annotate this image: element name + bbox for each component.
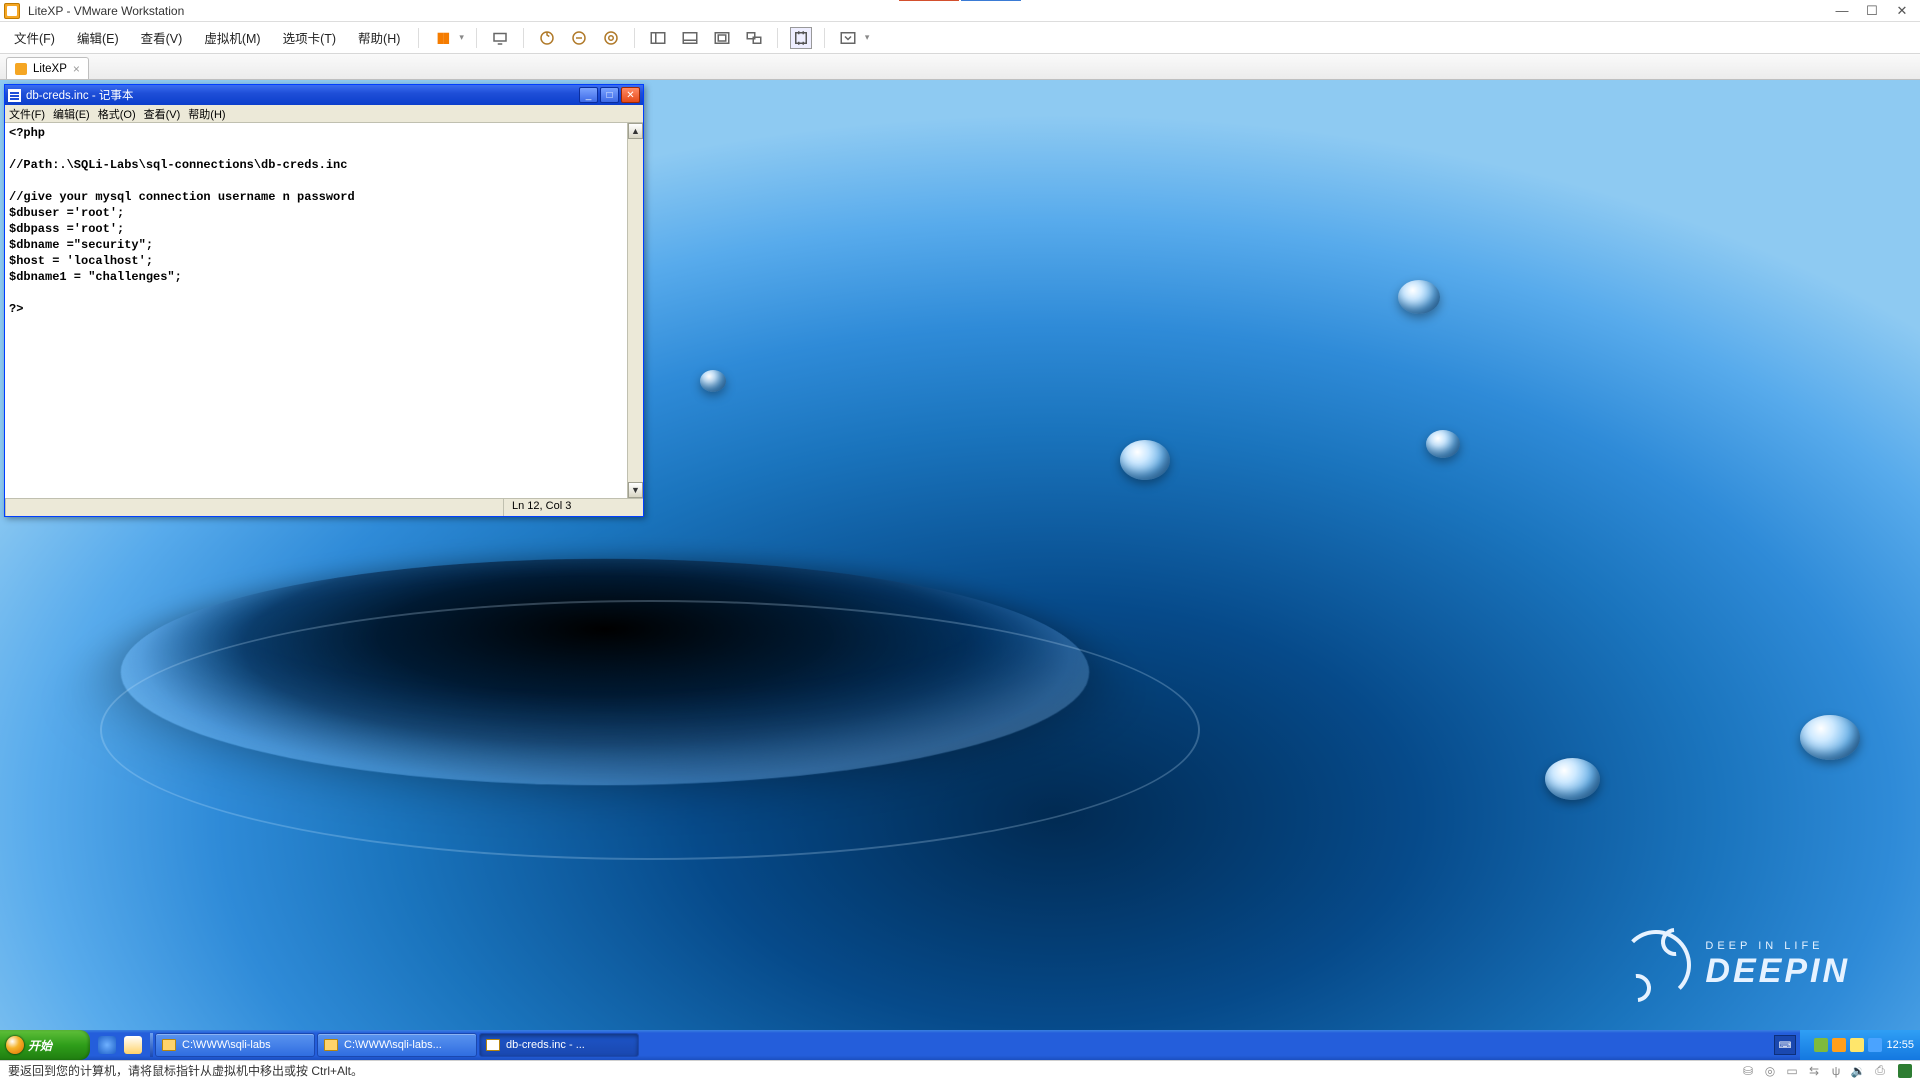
- notepad-icon: [8, 89, 21, 102]
- start-orb-icon: [6, 1036, 24, 1054]
- layout-sidebar-button[interactable]: [647, 27, 669, 49]
- menu-edit[interactable]: 编辑(E): [71, 24, 125, 51]
- system-tray: 12:55: [1800, 1030, 1920, 1060]
- taskbar-item-folder-2[interactable]: C:\WWW\sqli-labs...: [317, 1033, 477, 1057]
- notepad-menu-help[interactable]: 帮助(H): [188, 106, 225, 122]
- view-cycle-dropdown[interactable]: ▾: [865, 32, 870, 43]
- wallpaper-droplet: [1545, 758, 1600, 800]
- tray-network-icon[interactable]: [1832, 1038, 1846, 1052]
- device-floppy-icon[interactable]: ▭: [1784, 1064, 1800, 1078]
- taskbar-tasks: C:\WWW\sqli-labs C:\WWW\sqli-labs... db-…: [153, 1030, 1774, 1060]
- wallpaper-droplet: [1398, 280, 1440, 314]
- start-button[interactable]: 开始: [0, 1030, 90, 1060]
- tray-misc-icon[interactable]: [1868, 1038, 1882, 1052]
- host-maximize-button[interactable]: ☐: [1864, 4, 1880, 18]
- folder-icon: [324, 1039, 338, 1051]
- menu-tabs[interactable]: 选项卡(T): [277, 24, 342, 51]
- menu-vm[interactable]: 虚拟机(M): [198, 24, 266, 51]
- quick-launch-explorer-icon[interactable]: [124, 1036, 142, 1054]
- device-sound-icon[interactable]: 🔉: [1850, 1064, 1866, 1078]
- wallpaper-droplet: [1800, 715, 1860, 760]
- wallpaper-droplet: [700, 370, 726, 392]
- notepad-statusbar: Ln 12, Col 3: [5, 498, 643, 516]
- notepad-menu-file[interactable]: 文件(F): [9, 106, 45, 122]
- notepad-window[interactable]: db-creds.inc - 记事本 _ □ ✕ 文件(F) 编辑(E) 格式(…: [4, 84, 644, 517]
- device-network-icon[interactable]: ⇆: [1806, 1064, 1822, 1078]
- host-statusbar: 要返回到您的计算机，请将鼠标指针从虚拟机中移出或按 Ctrl+Alt。 ⛁ ◎ …: [0, 1060, 1920, 1080]
- host-menubar: 文件(F) 编辑(E) 查看(V) 虚拟机(M) 选项卡(T) 帮助(H) ▮▮…: [0, 22, 1920, 54]
- folder-icon: [162, 1039, 176, 1051]
- wallpaper-ripple: [100, 600, 1200, 860]
- notepad-menu-view[interactable]: 查看(V): [144, 106, 181, 122]
- snapshot-take-button[interactable]: [536, 27, 558, 49]
- scroll-up-icon[interactable]: ▲: [628, 123, 643, 139]
- host-titlebar: LiteXP - VMware Workstation ― ☐ ✕: [0, 0, 1920, 22]
- vm-pause-dropdown[interactable]: ▾: [459, 32, 464, 43]
- vm-tab-label: LiteXP: [33, 63, 67, 75]
- start-label: 开始: [28, 1037, 52, 1054]
- vm-tab-litexp[interactable]: LiteXP ×: [6, 57, 89, 79]
- deepin-tagline: DEEP IN LIFE: [1705, 940, 1850, 952]
- notepad-menu-edit[interactable]: 编辑(E): [53, 106, 90, 122]
- host-tabbar: LiteXP ×: [0, 54, 1920, 80]
- notepad-menu-format[interactable]: 格式(O): [98, 106, 136, 122]
- tray-shield-icon[interactable]: [1814, 1038, 1828, 1052]
- vm-tab-icon: [15, 63, 27, 75]
- quick-launch-ie-icon[interactable]: [98, 1036, 116, 1054]
- menu-file[interactable]: 文件(F): [8, 24, 61, 51]
- quick-launch: [90, 1030, 150, 1060]
- layout-quickswitch-button[interactable]: [711, 27, 733, 49]
- notepad-title-text: db-creds.inc - 记事本: [26, 87, 577, 103]
- snapshot-manager-button[interactable]: [600, 27, 622, 49]
- notepad-titlebar[interactable]: db-creds.inc - 记事本 _ □ ✕: [5, 85, 643, 105]
- notepad-body: <?php //Path:.\SQLi-Labs\sql-connections…: [5, 123, 643, 498]
- view-cycle-button[interactable]: [837, 27, 859, 49]
- vmware-app-icon: [4, 3, 20, 19]
- taskbar-item-notepad[interactable]: db-creds.inc - ...: [479, 1033, 639, 1057]
- wallpaper-logo: DEEP IN LIFE DEEPIN: [1621, 930, 1850, 1000]
- deepin-brand: DEEPIN: [1705, 952, 1850, 991]
- task-label: C:\WWW\sqli-labs...: [344, 1039, 442, 1051]
- host-minimize-button[interactable]: ―: [1834, 4, 1850, 18]
- wallpaper-droplet: [1426, 430, 1460, 458]
- host-window-title: LiteXP - VMware Workstation: [28, 4, 184, 18]
- taskbar-item-folder-1[interactable]: C:\WWW\sqli-labs: [155, 1033, 315, 1057]
- layout-thumbnail-button[interactable]: [679, 27, 701, 49]
- notepad-close-button[interactable]: ✕: [621, 87, 640, 103]
- xp-taskbar: 开始 C:\WWW\sqli-labs C:\WWW\sqli-labs... …: [0, 1030, 1920, 1060]
- vm-pause-button[interactable]: ▮▮: [431, 27, 453, 49]
- guest-desktop[interactable]: DEEP IN LIFE DEEPIN db-creds.inc - 记事本 _…: [0, 80, 1920, 1060]
- fullscreen-button[interactable]: [790, 27, 812, 49]
- scroll-down-icon[interactable]: ▼: [628, 482, 643, 498]
- host-status-message: 要返回到您的计算机，请将鼠标指针从虚拟机中移出或按 Ctrl+Alt。: [8, 1062, 1734, 1079]
- browser-tab-strip-hint: [899, 0, 1021, 1]
- notepad-maximize-button[interactable]: □: [600, 87, 619, 103]
- notepad-icon: [486, 1039, 500, 1051]
- notepad-text-area[interactable]: <?php //Path:.\SQLi-Labs\sql-connections…: [5, 123, 643, 319]
- device-printer-icon[interactable]: ⎙: [1872, 1064, 1888, 1078]
- notepad-menubar: 文件(F) 编辑(E) 格式(O) 查看(V) 帮助(H): [5, 105, 643, 123]
- host-close-button[interactable]: ✕: [1894, 4, 1910, 18]
- tray-volume-icon[interactable]: [1850, 1038, 1864, 1052]
- device-harddisk-icon[interactable]: ⛁: [1740, 1064, 1756, 1078]
- layout-unity-button[interactable]: [743, 27, 765, 49]
- menu-help[interactable]: 帮助(H): [352, 24, 406, 51]
- notepad-scrollbar[interactable]: ▲ ▼: [627, 123, 643, 498]
- task-label: db-creds.inc - ...: [506, 1039, 585, 1051]
- language-indicator[interactable]: ⌨: [1774, 1035, 1796, 1055]
- notepad-minimize-button[interactable]: _: [579, 87, 598, 103]
- send-ctrl-alt-del-button[interactable]: [489, 27, 511, 49]
- tray-clock[interactable]: 12:55: [1886, 1039, 1914, 1051]
- device-usb-icon[interactable]: ψ: [1828, 1064, 1844, 1078]
- task-label: C:\WWW\sqli-labs: [182, 1039, 271, 1051]
- wallpaper-droplet: [1120, 440, 1170, 480]
- vm-running-indicator: [1898, 1064, 1912, 1078]
- snapshot-revert-button[interactable]: [568, 27, 590, 49]
- deepin-swirl-icon: [1621, 930, 1691, 1000]
- vm-tab-close-button[interactable]: ×: [73, 62, 80, 76]
- notepad-cursor-position: Ln 12, Col 3: [503, 499, 643, 516]
- device-cdrom-icon[interactable]: ◎: [1762, 1064, 1778, 1078]
- menu-view[interactable]: 查看(V): [135, 24, 189, 51]
